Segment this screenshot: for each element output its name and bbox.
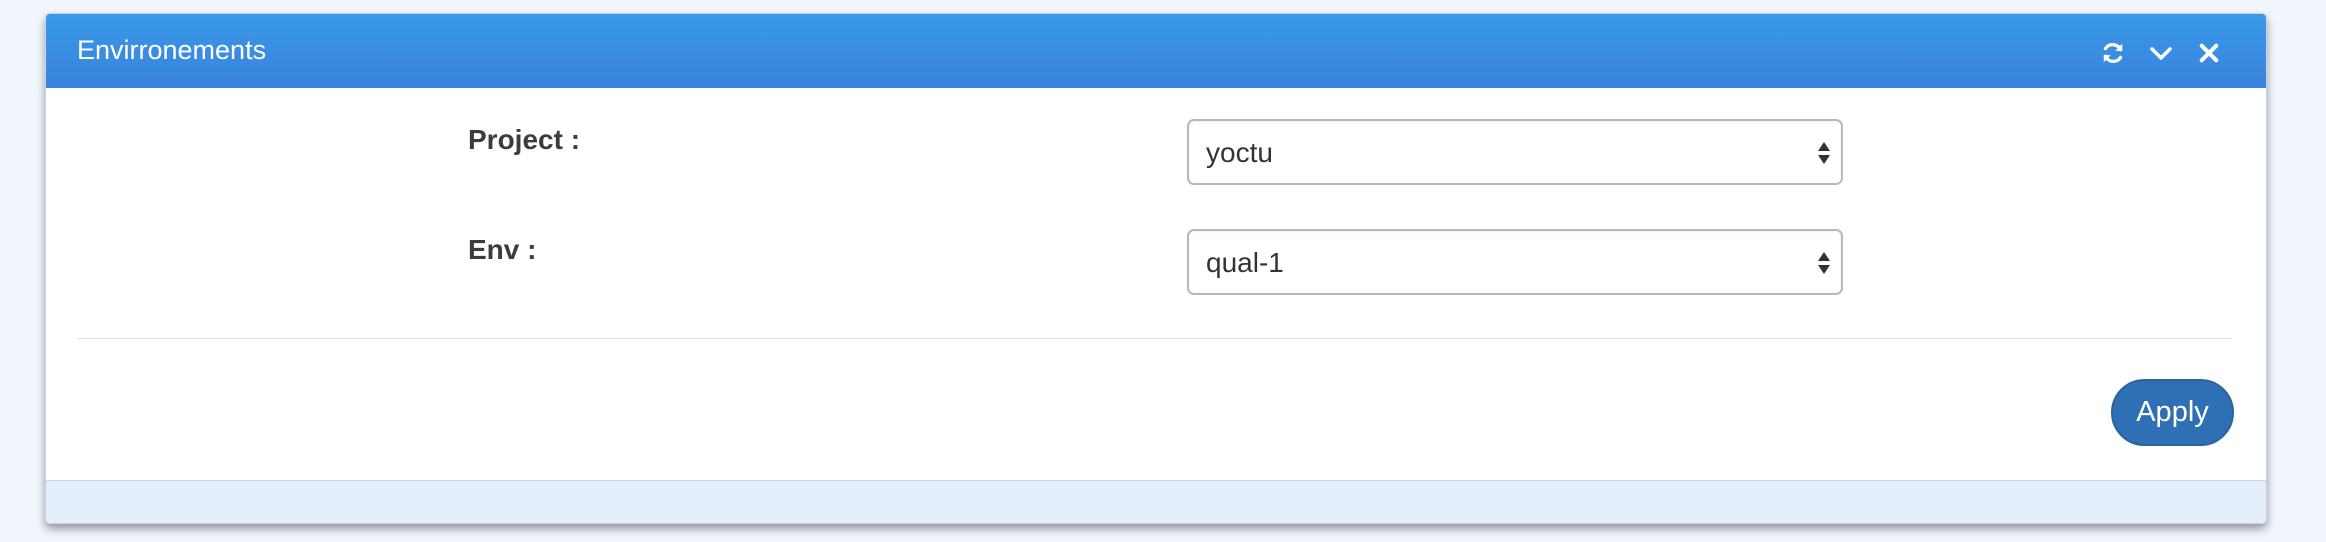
- apply-button[interactable]: Apply: [2111, 379, 2234, 446]
- close-icon: [2199, 43, 2219, 63]
- panel-title: Envirronements: [77, 35, 267, 65]
- select-arrows-icon: [1818, 142, 1830, 164]
- close-button[interactable]: [2192, 36, 2226, 70]
- form-divider: [77, 338, 2232, 339]
- project-label: Project :: [468, 124, 581, 155]
- panel-header: Envirronements: [46, 14, 2266, 88]
- env-select[interactable]: qual-1: [1187, 229, 1843, 295]
- panel-footer: [46, 480, 2266, 523]
- env-label: Env :: [468, 234, 537, 265]
- project-select-value: yoctu: [1206, 137, 1273, 168]
- project-select[interactable]: yoctu: [1187, 119, 1843, 185]
- env-select-value: qual-1: [1206, 247, 1284, 278]
- chevron-down-icon: [2150, 47, 2172, 60]
- refresh-icon: [2103, 43, 2123, 63]
- environments-panel: Envirronements Project: yoctu Env: qua…: [45, 13, 2267, 524]
- panel-tools: [2082, 36, 2226, 70]
- refresh-button[interactable]: [2096, 36, 2130, 70]
- select-arrows-icon: [1818, 252, 1830, 274]
- collapse-button[interactable]: [2144, 36, 2178, 70]
